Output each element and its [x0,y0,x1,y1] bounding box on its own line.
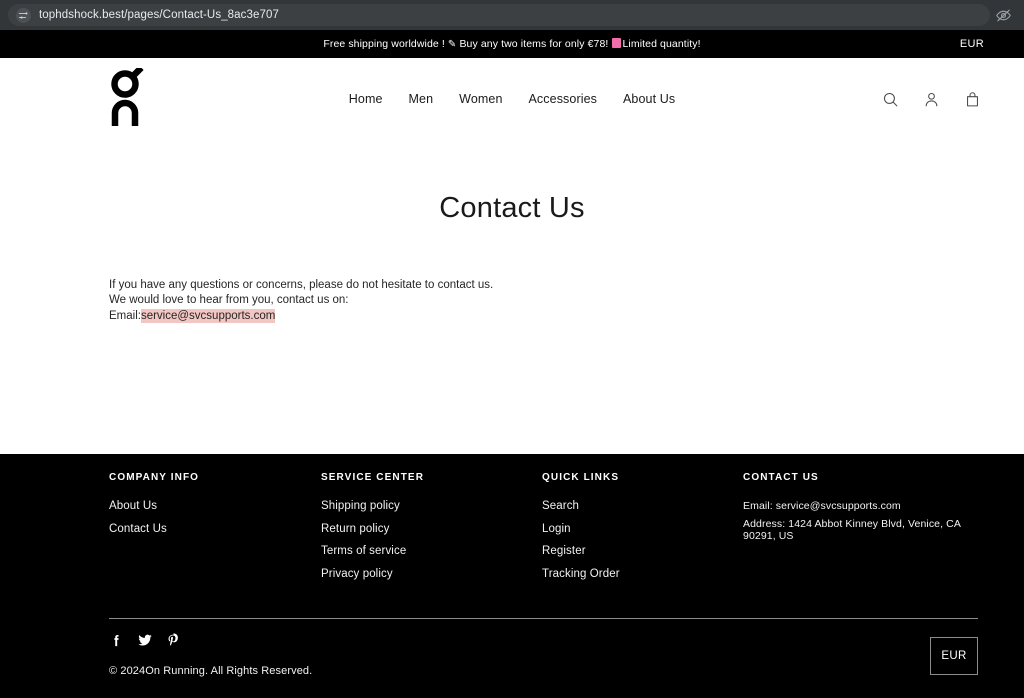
footer-link-return-policy[interactable]: Return policy [321,523,542,535]
site-footer: COMPANY INFO About Us Contact Us SERVICE… [0,454,1024,698]
contact-line-1: If you have any questions or concerns, p… [109,279,494,291]
nav-item-about-us[interactable]: About Us [623,92,675,106]
facebook-icon[interactable] [109,633,124,653]
contact-email-line: Email:service@svcsupports.com [109,308,1024,324]
footer-heading-company-info: COMPANY INFO [109,472,200,483]
announcement-text-before: Free shipping worldwide ! [323,38,445,50]
footer-column-contact-us: CONTACT US Email: service@svcsupports.co… [743,472,978,590]
twitter-icon[interactable] [137,632,153,653]
footer-bottom-left: © 2024On Running. All Rights Reserved. [109,632,312,677]
footer-heading-quick-links: QUICK LINKS [542,472,620,483]
footer-columns: COMPANY INFO About Us Contact Us SERVICE… [109,472,978,590]
account-icon[interactable] [921,89,941,109]
footer-link-contact-us[interactable]: Contact Us [109,523,321,535]
eye-slash-icon[interactable] [990,7,1016,24]
nav-item-home[interactable]: Home [349,92,383,106]
search-icon[interactable] [880,89,900,109]
page-title: Contact Us [439,192,585,224]
announcement-text-after: Limited quantity! [622,38,701,50]
footer-contact-address: Address: 1424 Abbot Kinney Blvd, Venice,… [743,518,961,542]
page-settings-icon[interactable] [16,7,31,23]
nav-item-accessories[interactable]: Accessories [529,92,597,106]
browser-chrome: tophdshock.best/pages/Contact-Us_8ac3e70… [0,0,1024,30]
footer-link-terms-of-service[interactable]: Terms of service [321,545,542,557]
footer-heading-contact-us: CONTACT US [743,472,819,483]
footer-link-tracking-order[interactable]: Tracking Order [542,568,743,580]
main-navigation: Home Men Women Accessories About Us [0,92,1024,106]
footer-link-about-us[interactable]: About Us [109,500,321,512]
main-content: Contact Us If you have any questions or … [0,140,1024,454]
pen-emoji: ✎ [447,39,457,50]
email-label: Email: [109,309,141,322]
footer-link-login[interactable]: Login [542,523,743,535]
social-links [109,632,312,653]
gift-emoji [612,38,622,48]
announcement-text-middle: Buy any two items for only €78! [459,38,609,50]
footer-link-search[interactable]: Search [542,500,743,512]
pinterest-icon[interactable] [166,632,181,653]
nav-item-men[interactable]: Men [409,92,434,106]
cart-icon[interactable] [962,89,982,109]
site-header: Home Men Women Accessories About Us [0,58,1024,140]
footer-divider [109,618,978,619]
announcement-bar: Free shipping worldwide ! ✎ Buy any two … [0,30,1024,58]
footer-bottom: © 2024On Running. All Rights Reserved. E… [109,632,978,677]
footer-heading-service-center: SERVICE CENTER [321,472,425,483]
footer-link-privacy-policy[interactable]: Privacy policy [321,568,542,580]
address-bar[interactable]: tophdshock.best/pages/Contact-Us_8ac3e70… [8,4,990,26]
footer-column-company-info: COMPANY INFO About Us Contact Us [109,472,321,590]
contact-email-address[interactable]: service@svcsupports.com [140,308,276,323]
nav-item-women[interactable]: Women [459,92,502,106]
currency-selector[interactable]: EUR [930,637,978,675]
contact-body: If you have any questions or concerns, p… [0,278,1024,324]
header-icons [880,89,982,109]
footer-column-quick-links: QUICK LINKS Search Login Register Tracki… [542,472,743,590]
announcement-currency[interactable]: EUR [960,38,984,50]
footer-link-shipping-policy[interactable]: Shipping policy [321,500,542,512]
footer-column-service-center: SERVICE CENTER Shipping policy Return po… [321,472,542,590]
url-text: tophdshock.best/pages/Contact-Us_8ac3e70… [39,9,280,21]
contact-line-2: We would love to hear from you, contact … [109,294,349,307]
announcement-text: Free shipping worldwide ! ✎ Buy any two … [323,38,701,50]
copyright-text: © 2024On Running. All Rights Reserved. [109,665,313,677]
footer-contact-email: Email: service@svcsupports.com [743,500,901,512]
footer-link-register[interactable]: Register [542,545,743,557]
